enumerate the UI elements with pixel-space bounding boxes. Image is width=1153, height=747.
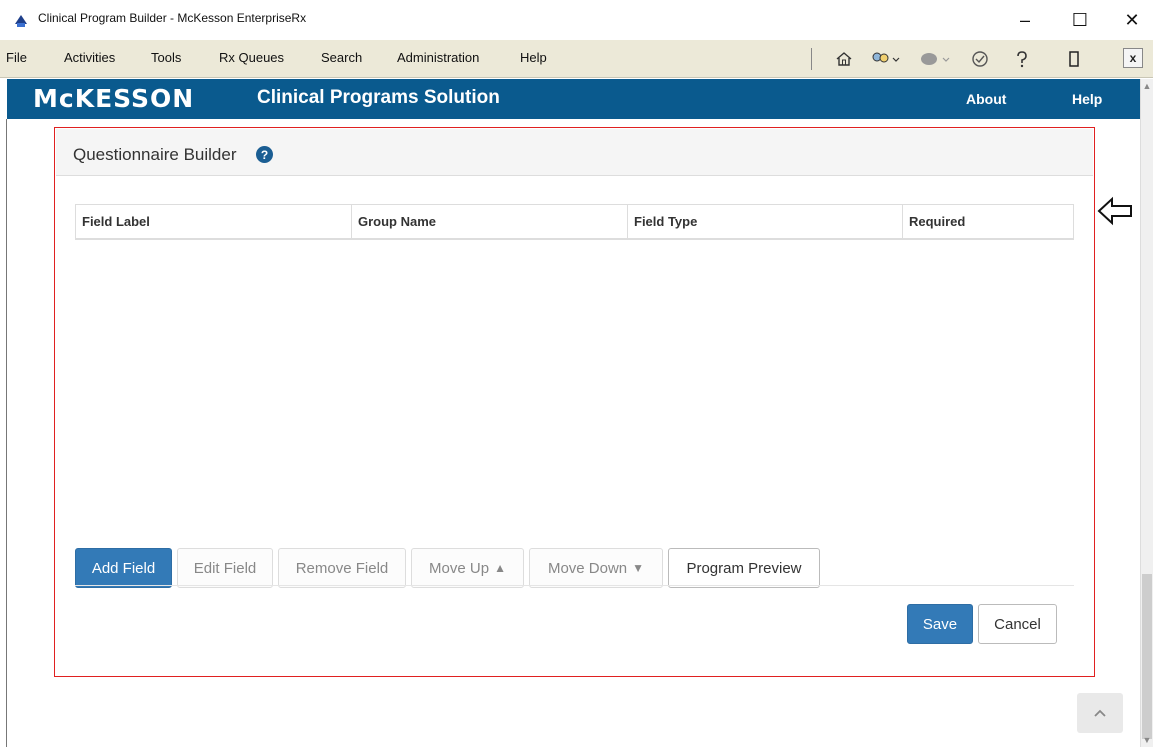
app-name: Clinical Programs Solution	[257, 87, 500, 108]
scroll-thumb[interactable]	[1142, 574, 1152, 739]
cancel-label: Cancel	[994, 615, 1041, 633]
minimize-button[interactable]: –	[1005, 6, 1045, 34]
move-up-label: Move Up	[429, 559, 490, 577]
record-icon[interactable]	[915, 47, 955, 71]
title-bar: Clinical Program Builder - McKesson Ente…	[0, 0, 1153, 40]
about-link[interactable]: About	[966, 91, 1006, 107]
panel-title: Questionnaire Builder	[73, 145, 237, 164]
shield-icon[interactable]	[968, 47, 992, 71]
menu-search[interactable]: Search	[321, 50, 362, 65]
remove-field-label: Remove Field	[295, 559, 389, 577]
window-title: Clinical Program Builder - McKesson Ente…	[38, 11, 307, 25]
questionnaire-builder-panel: Questionnaire Builder ? Field Label Grou…	[56, 129, 1093, 675]
home-icon[interactable]	[832, 47, 856, 71]
help-icon[interactable]	[1010, 47, 1034, 71]
fields-table-header: Field Label Group Name Field Type Requir…	[75, 204, 1074, 240]
chevron-up-icon	[1094, 709, 1106, 717]
app-header: McKESSON Clinical Programs Solution Abou…	[7, 79, 1140, 119]
move-up-button[interactable]: Move Up ▲	[411, 548, 524, 588]
program-preview-label: Program Preview	[686, 559, 802, 577]
back-to-top-button[interactable]	[1077, 693, 1123, 733]
menu-help[interactable]: Help	[520, 50, 547, 65]
move-down-button[interactable]: Move Down ▼	[529, 548, 663, 588]
save-label: Save	[922, 615, 958, 633]
edit-field-button[interactable]: Edit Field	[177, 548, 273, 588]
window-icon[interactable]	[1064, 47, 1084, 71]
menu-rx-queues[interactable]: Rx Queues	[219, 50, 284, 65]
vertical-scrollbar[interactable]: ▲ ▼	[1140, 79, 1153, 747]
app-icon	[15, 15, 27, 27]
menu-file[interactable]: File	[6, 50, 27, 65]
window-border	[6, 119, 7, 747]
add-field-label: Add Field	[91, 559, 156, 577]
menu-activities[interactable]: Activities	[64, 50, 115, 65]
mdi-close-button[interactable]: x	[1123, 48, 1143, 68]
column-field-type[interactable]: Field Type	[628, 205, 903, 238]
add-field-button[interactable]: Add Field	[75, 548, 172, 588]
toolbar-separator	[811, 48, 812, 70]
outline-arrow-left-icon	[1097, 196, 1132, 226]
help-circle-icon[interactable]: ?	[256, 146, 273, 163]
program-preview-button[interactable]: Program Preview	[668, 548, 820, 588]
cancel-button[interactable]: Cancel	[978, 604, 1057, 644]
scroll-up-icon[interactable]: ▲	[1141, 79, 1153, 93]
menu-bar: File Activities Tools Rx Queues Search A…	[0, 40, 1153, 78]
triangle-down-icon: ▼	[632, 561, 645, 575]
help-link[interactable]: Help	[1072, 91, 1102, 107]
divider	[75, 585, 1074, 586]
close-button[interactable]: ✕	[1112, 6, 1152, 34]
triangle-up-icon: ▲	[494, 561, 506, 575]
column-required[interactable]: Required	[903, 205, 1073, 238]
menu-administration[interactable]: Administration	[397, 50, 479, 65]
maximize-button[interactable]: ☐	[1060, 6, 1100, 34]
scroll-down-icon[interactable]: ▼	[1141, 733, 1153, 747]
remove-field-button[interactable]: Remove Field	[278, 548, 406, 588]
edit-field-label: Edit Field	[193, 559, 257, 577]
users-icon[interactable]	[866, 47, 904, 71]
column-field-label[interactable]: Field Label	[76, 205, 352, 238]
mckesson-logo: McKESSON	[33, 84, 195, 113]
column-group-name[interactable]: Group Name	[352, 205, 628, 238]
save-button[interactable]: Save	[907, 604, 973, 644]
panel-header: Questionnaire Builder ?	[56, 129, 1093, 176]
menu-tools[interactable]: Tools	[151, 50, 181, 65]
move-down-label: Move Down	[547, 559, 628, 577]
